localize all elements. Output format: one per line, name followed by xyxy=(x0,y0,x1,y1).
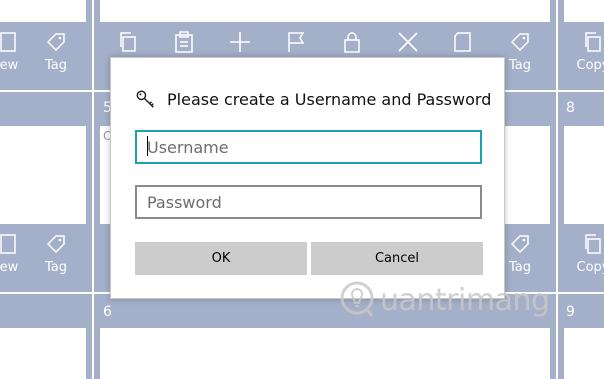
tile-right-middle[interactable] xyxy=(564,126,604,224)
tile-number: 9 xyxy=(566,304,575,320)
view-icon xyxy=(0,234,16,254)
tile-center-bottom[interactable] xyxy=(100,328,550,379)
close-icon xyxy=(398,32,418,52)
tile-number: 8 xyxy=(566,100,575,116)
tag-label: Tag xyxy=(44,58,67,73)
cancel-button[interactable]: Cancel xyxy=(311,242,483,275)
flag-icon xyxy=(288,32,305,52)
plus-icon xyxy=(230,32,250,52)
lightbulb-icon xyxy=(340,281,374,317)
copy-right-button-row2[interactable]: Copy xyxy=(570,226,604,282)
page-icon xyxy=(454,32,471,52)
tag-right-label: Tag xyxy=(508,260,531,275)
tag-icon xyxy=(46,33,65,52)
view-label: ew xyxy=(0,260,19,275)
tile-right-top[interactable] xyxy=(564,0,604,22)
view-button-row2[interactable]: ew xyxy=(0,226,32,282)
tile-left-bottom[interactable] xyxy=(0,328,86,379)
dialog-title-text: Please create a Username and Password xyxy=(167,89,492,109)
dialog-title: Please create a Username and Password xyxy=(135,88,491,110)
view-icon xyxy=(0,32,16,52)
tile-number: 6 xyxy=(103,304,112,320)
tag-button[interactable]: Tag xyxy=(33,24,79,80)
tile-left-middle[interactable] xyxy=(0,126,86,224)
username-field[interactable] xyxy=(135,130,482,164)
lock-icon xyxy=(344,32,360,53)
password-field[interactable] xyxy=(135,185,482,219)
tag-icon xyxy=(510,235,529,254)
tile-right-bottom[interactable] xyxy=(564,328,604,379)
copy-icon xyxy=(120,32,136,52)
tag-button-row2[interactable]: Tag xyxy=(33,226,79,282)
view-label: ew xyxy=(0,58,19,73)
copy-icon xyxy=(585,234,601,254)
watermark: uantrimang xyxy=(340,280,550,320)
tag-right-label: Tag xyxy=(508,58,531,73)
grid-line xyxy=(556,0,558,379)
paste-icon xyxy=(175,31,193,53)
watermark-text: uantrimang xyxy=(380,282,550,318)
copy-right-button[interactable]: Copy xyxy=(570,24,604,80)
tag-icon xyxy=(46,235,65,254)
tag-label: Tag xyxy=(44,260,67,275)
copy-icon xyxy=(585,32,601,52)
text-caret xyxy=(147,136,148,156)
ok-button[interactable]: OK xyxy=(135,242,307,275)
tile-left-top[interactable] xyxy=(0,0,86,22)
credentials-dialog: Please create a Username and Password OK… xyxy=(110,57,505,299)
view-button[interactable]: ew xyxy=(0,24,32,80)
key-icon xyxy=(136,90,154,108)
copy-right-label: Copy xyxy=(576,58,604,73)
tag-icon xyxy=(510,33,529,52)
tile-center-top[interactable] xyxy=(100,0,550,22)
copy-right-label: Copy xyxy=(576,260,604,275)
grid-line xyxy=(92,0,94,379)
